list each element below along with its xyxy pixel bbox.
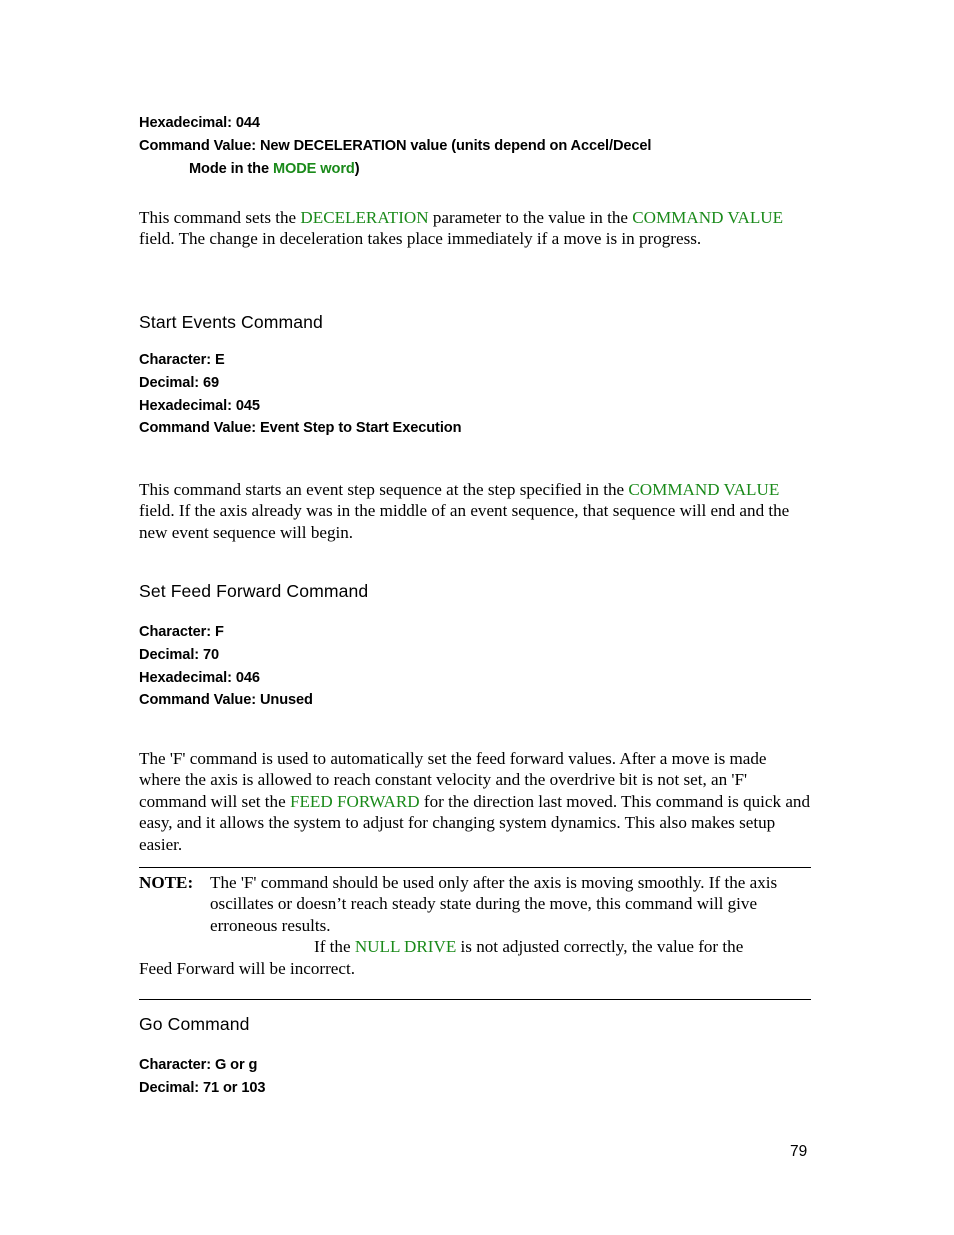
start-events-character-line: Character: E bbox=[139, 352, 225, 368]
deceleration-term: DECELERATION bbox=[300, 208, 429, 227]
command-value-term: COMMAND VALUE bbox=[628, 480, 780, 499]
go-decimal-line: Decimal: 71 or 103 bbox=[139, 1079, 266, 1096]
note-top-rule bbox=[139, 867, 811, 868]
start-events-hexadecimal-line: Hexadecimal: 045 bbox=[139, 397, 260, 414]
feed-forward-hexadecimal-line: Hexadecimal: 046 bbox=[139, 669, 260, 686]
decel-cont-text-pre: Mode in the bbox=[189, 160, 273, 177]
note-sentence-3: Feed Forward will be incorrect. bbox=[139, 958, 355, 978]
feed-forward-decimal-line: Decimal: 70 bbox=[139, 646, 220, 663]
note-sentence-2-post: is not adjusted correctly, the value for… bbox=[456, 937, 744, 957]
decel-hexadecimal-line: Hexadecimal: 044 bbox=[139, 115, 260, 131]
page-number: 79 bbox=[790, 1143, 808, 1160]
feed-forward-paragraph: The 'F' command is used to automatically… bbox=[139, 748, 811, 855]
command-value-term: COMMAND VALUE bbox=[632, 208, 784, 227]
heading-go-command: Go Command bbox=[139, 1014, 250, 1034]
go-character-line: Character: G or g bbox=[139, 1057, 258, 1073]
decel-cont-text-post: ) bbox=[354, 160, 360, 177]
note-sentence-1: The 'F' command should be used only afte… bbox=[210, 873, 778, 935]
decel-para-text-3: field. The change in deceleration takes … bbox=[139, 229, 702, 249]
start-events-para-text-1: This command starts an event step sequen… bbox=[139, 480, 629, 499]
decel-para-text-1: This command sets the bbox=[139, 208, 301, 227]
note-text-body: The 'F' command should be used only afte… bbox=[139, 872, 811, 979]
heading-set-feed-forward-command: Set Feed Forward Command bbox=[139, 581, 369, 601]
go-attributes: Character: G or g Decimal: 71 or 103 bbox=[139, 1054, 265, 1100]
start-events-command-value-line: Command Value: Event Step to Start Execu… bbox=[139, 420, 462, 437]
feed-forward-attributes: Character: F Decimal: 70 Hexadecimal: 04… bbox=[139, 621, 313, 712]
note-sentence-2: If the NULL DRIVE is not adjusted correc… bbox=[210, 936, 811, 957]
decel-command-value-line: Command Value: New DECELERATION value (u… bbox=[139, 137, 652, 154]
feed-forward-command-value-line: Command Value: Unused bbox=[139, 692, 313, 709]
note-label: NOTE: bbox=[139, 873, 194, 892]
start-events-decimal-line: Decimal: 69 bbox=[139, 374, 220, 391]
null-drive-term: NULL DRIVE bbox=[354, 937, 457, 957]
decel-command-value-continuation: Mode in the MODE word) bbox=[139, 158, 651, 181]
note-bottom-rule bbox=[139, 999, 811, 1000]
decel-attributes: Hexadecimal: 044 Command Value: New DECE… bbox=[139, 112, 651, 180]
feed-forward-character-line: Character: F bbox=[139, 624, 224, 640]
decel-para-text-2: parameter to the value in the bbox=[428, 208, 633, 227]
heading-start-events-command: Start Events Command bbox=[139, 312, 323, 332]
feed-forward-term: FEED FORWARD bbox=[289, 791, 420, 811]
start-events-para-text-2: field. If the axis already was in the mi… bbox=[139, 501, 790, 542]
decel-paragraph: This command sets the DECELERATION param… bbox=[139, 207, 811, 250]
note-sentence-2-pre: If the bbox=[314, 937, 355, 957]
note-block: NOTE: The 'F' command should be used onl… bbox=[139, 872, 811, 979]
start-events-attributes: Character: E Decimal: 69 Hexadecimal: 04… bbox=[139, 349, 462, 440]
start-events-paragraph: This command starts an event step sequen… bbox=[139, 479, 811, 543]
mode-word-link: MODE word bbox=[272, 160, 355, 177]
